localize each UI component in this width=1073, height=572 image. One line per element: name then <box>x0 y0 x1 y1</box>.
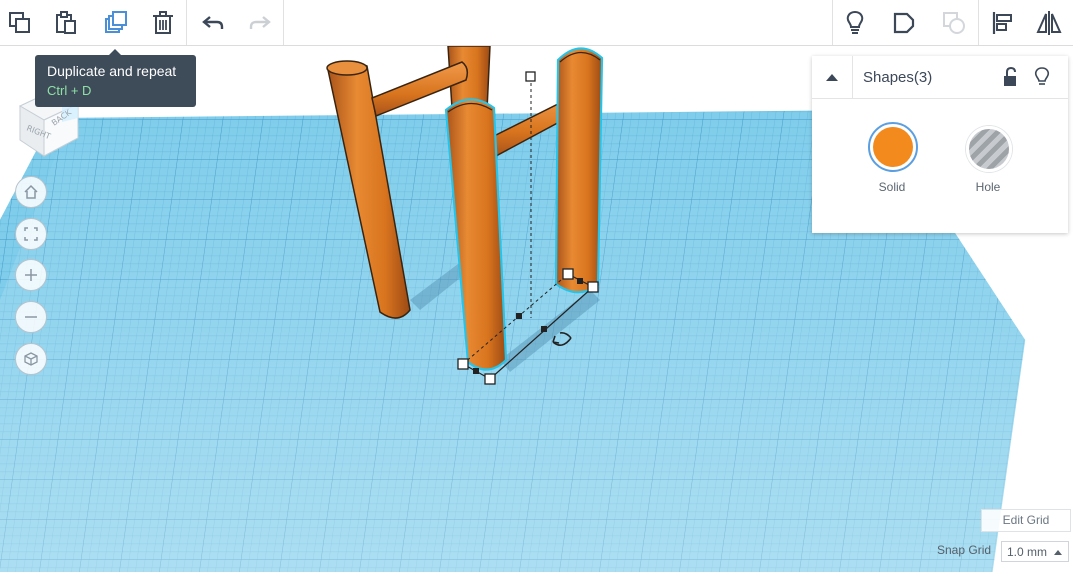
top-toolbar <box>0 0 1073 46</box>
mirror-button[interactable] <box>1029 0 1069 45</box>
show-all-notes-button[interactable] <box>835 0 875 45</box>
lightbulb-icon <box>846 10 864 34</box>
align-button[interactable] <box>983 0 1023 45</box>
selected-cylinder-shape[interactable] <box>554 47 604 294</box>
home-view-button[interactable] <box>15 176 47 208</box>
panel-title: Shapes(3) <box>863 69 933 86</box>
tooltip-shortcut: Ctrl + D <box>47 83 92 98</box>
solid-color-swatch[interactable] <box>868 122 918 172</box>
unlock-icon[interactable] <box>999 66 1021 88</box>
copy-icon <box>9 11 30 33</box>
undo-button[interactable] <box>193 0 233 45</box>
solid-color-fill <box>873 127 913 167</box>
duplicate-tooltip: Duplicate and repeat Ctrl + D <box>35 49 196 107</box>
panel-header: Shapes(3) <box>812 56 1068 99</box>
edge-handle[interactable] <box>541 326 547 332</box>
notes-button[interactable] <box>884 0 924 45</box>
lightbulb-icon[interactable] <box>1031 66 1053 88</box>
fit-view-icon <box>24 227 38 241</box>
mirror-icon <box>1036 10 1062 35</box>
height-handle[interactable] <box>525 71 536 82</box>
home-icon <box>24 184 38 199</box>
copy-button[interactable] <box>0 0 40 45</box>
toolbar-divider <box>978 0 979 45</box>
group-button[interactable] <box>934 0 974 45</box>
solid-label: Solid <box>878 180 906 194</box>
edge-handle[interactable] <box>577 278 583 284</box>
undo-icon <box>202 15 224 29</box>
chevron-up-icon <box>826 74 838 81</box>
zoom-in-button[interactable] <box>15 259 47 291</box>
delete-button[interactable] <box>143 0 183 45</box>
group-icon <box>943 11 965 34</box>
hole-swatch[interactable] <box>966 126 1012 172</box>
shapes-inspector-panel: Shapes(3) Solid Hole <box>812 56 1068 233</box>
trash-icon <box>153 10 173 34</box>
cube-icon <box>24 352 38 366</box>
toolbar-divider <box>283 0 284 45</box>
resize-handle[interactable] <box>562 268 574 280</box>
redo-button[interactable] <box>240 0 280 45</box>
snap-grid-label: Snap Grid <box>937 543 992 557</box>
minus-icon <box>25 316 37 318</box>
snap-grid-select[interactable]: 1.0 mm <box>1001 541 1069 562</box>
snap-grid-value: 1.0 mm <box>1007 545 1048 559</box>
resize-handle[interactable] <box>457 358 469 370</box>
zoom-out-button[interactable] <box>15 301 47 333</box>
resize-handle[interactable] <box>587 281 599 293</box>
redo-icon <box>249 15 271 29</box>
edge-handle[interactable] <box>473 368 479 374</box>
plus-icon <box>25 269 37 281</box>
caret-up-icon <box>1054 550 1062 555</box>
edit-grid-button[interactable]: Edit Grid <box>981 509 1071 532</box>
toolbar-divider <box>186 0 187 45</box>
note-icon <box>893 12 915 33</box>
perspective-toggle-button[interactable] <box>15 343 47 375</box>
paste-icon <box>56 10 76 34</box>
hole-label: Hole <box>975 180 1001 194</box>
tooltip-title: Duplicate and repeat <box>47 63 177 79</box>
edge-handle[interactable] <box>516 313 522 319</box>
align-icon <box>992 11 1012 34</box>
duplicate-button[interactable] <box>96 0 136 45</box>
duplicate-icon <box>105 10 127 33</box>
fit-view-button[interactable] <box>15 218 47 250</box>
paste-button[interactable] <box>46 0 86 45</box>
collapse-panel-button[interactable] <box>812 56 853 98</box>
toolbar-divider <box>832 0 833 45</box>
resize-handle[interactable] <box>484 373 496 385</box>
